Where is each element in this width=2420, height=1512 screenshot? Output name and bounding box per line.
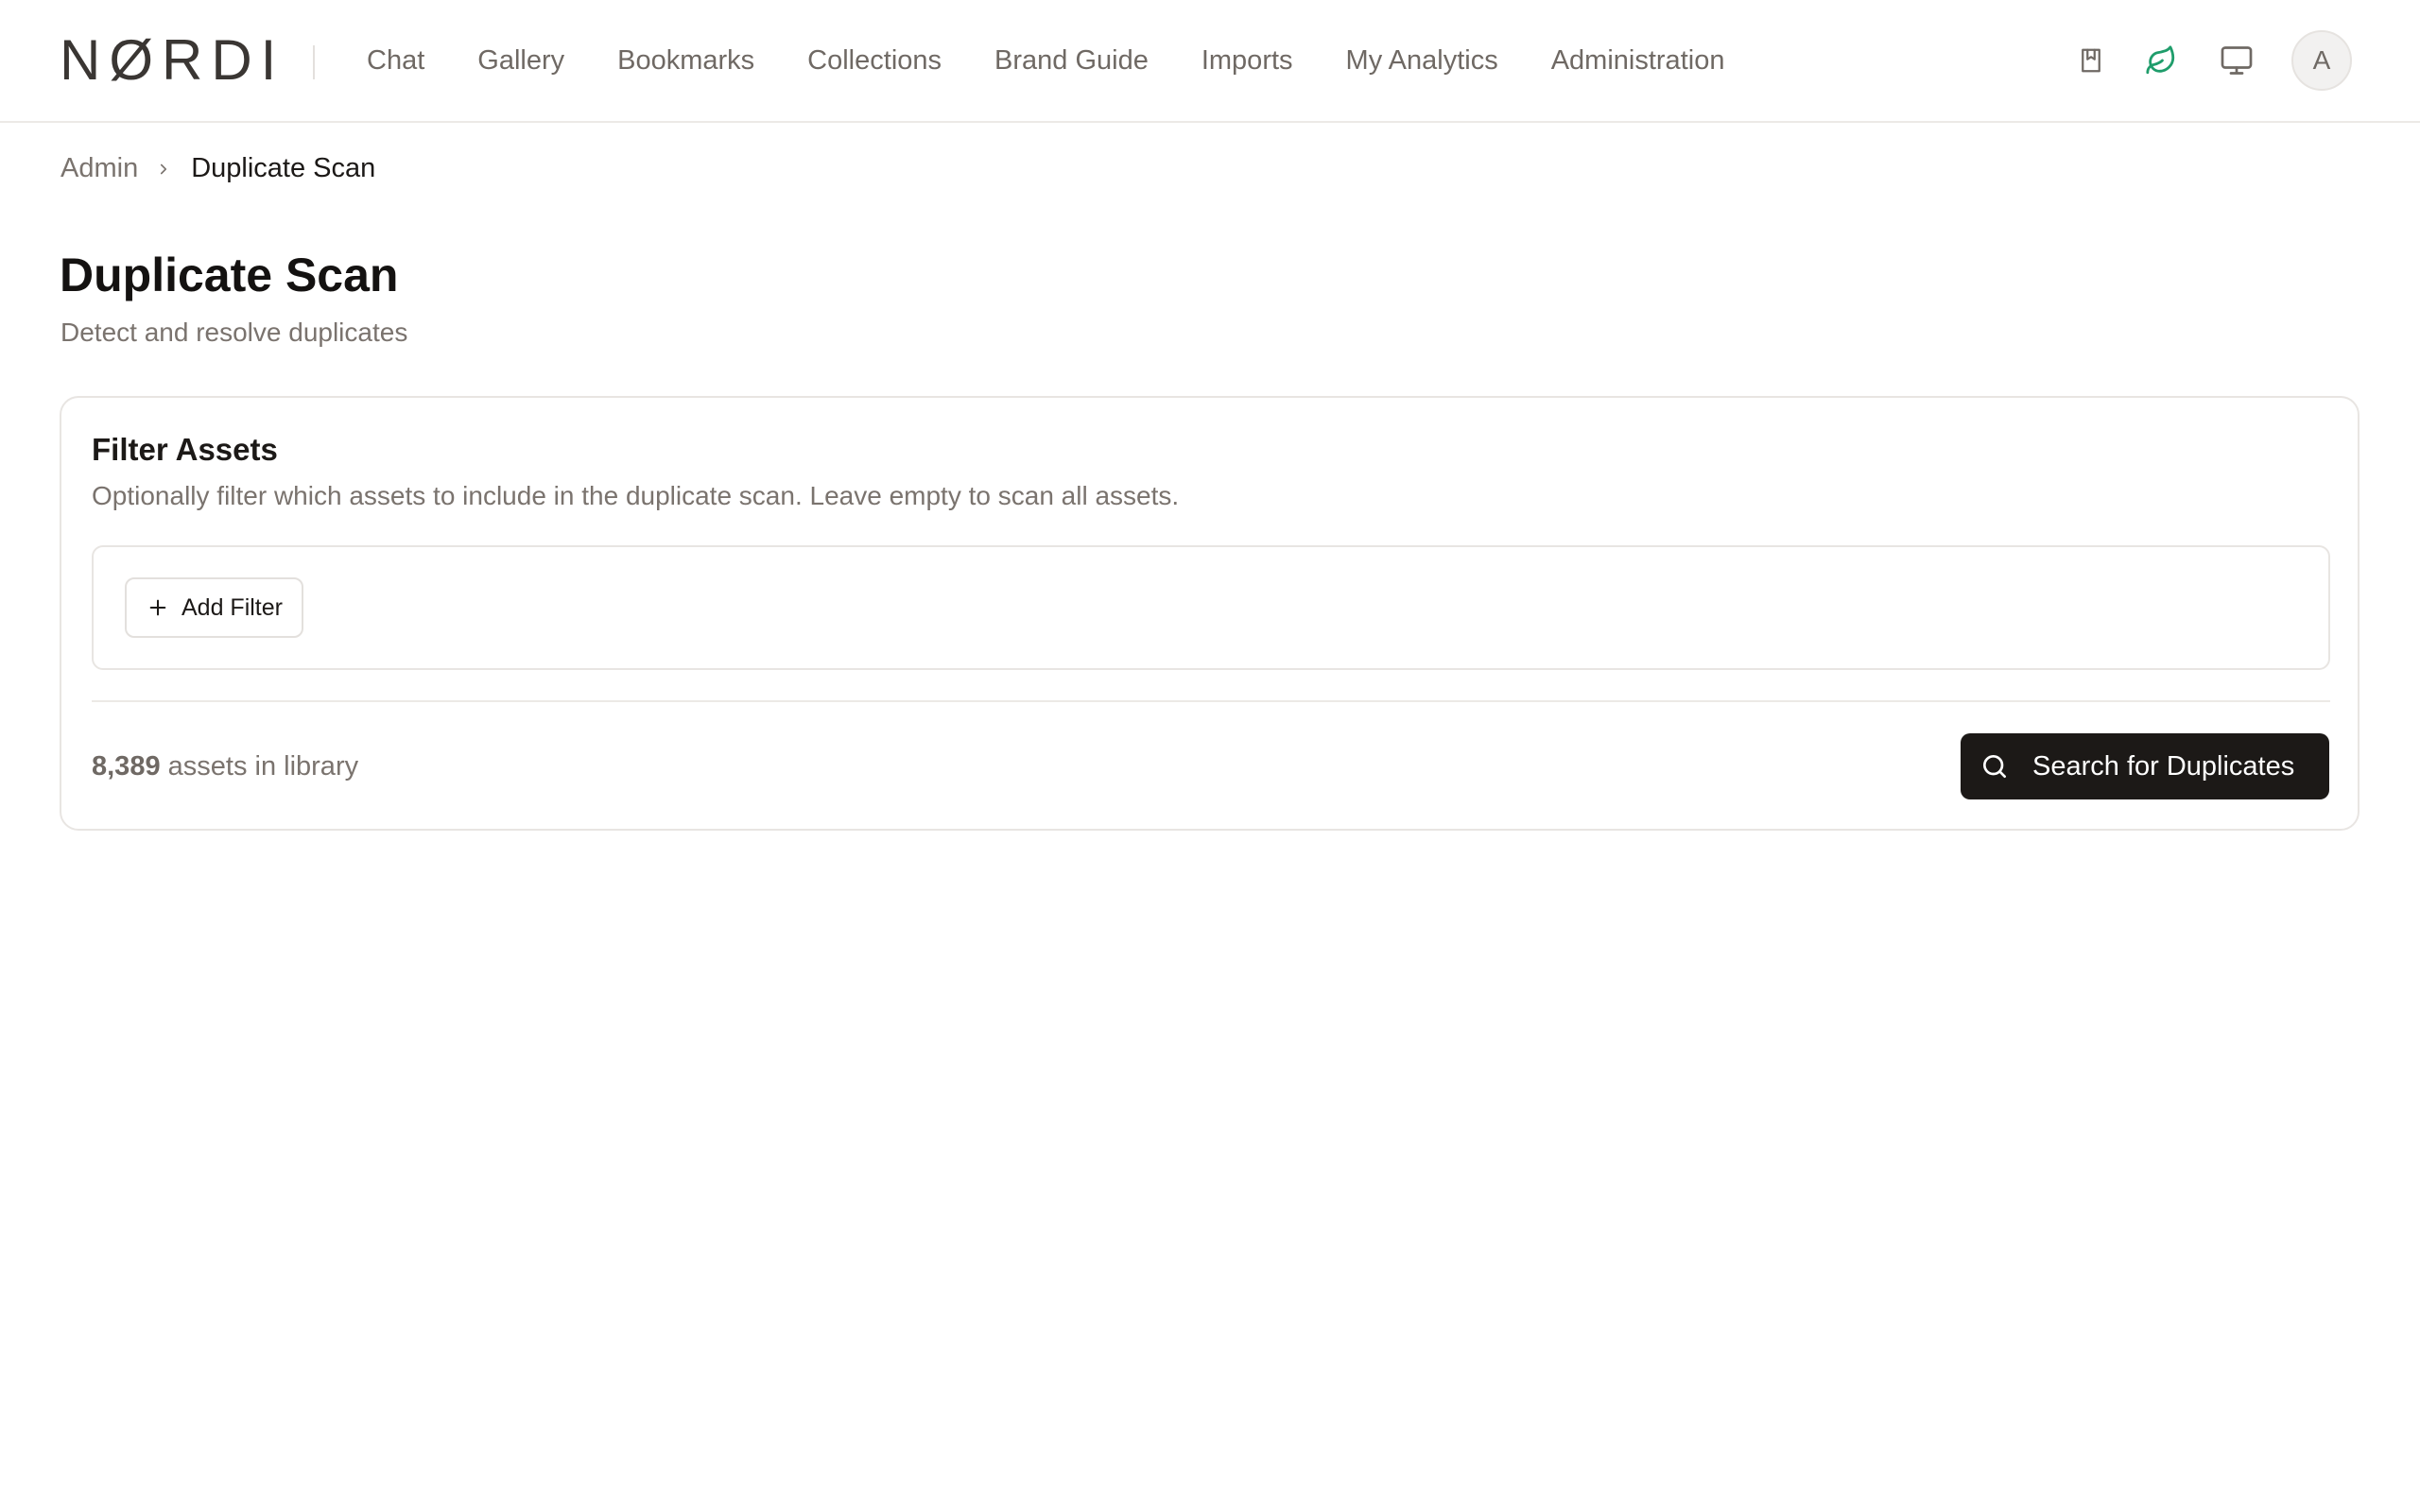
leaf-icon[interactable] [2142, 42, 2180, 79]
main-nav: Chat Gallery Bookmarks Collections Brand… [367, 0, 1777, 121]
nav-item-collections[interactable]: Collections [807, 45, 942, 77]
filter-builder: Add Filter [92, 545, 2330, 670]
top-navigation-bar: NØRDI Chat Gallery Bookmarks Collections… [0, 0, 2420, 123]
card-divider [92, 700, 2330, 702]
page-title: Duplicate Scan [60, 249, 399, 301]
nav-item-brand-guide[interactable]: Brand Guide [994, 45, 1149, 77]
asset-count: 8,389 assets in library [92, 751, 358, 782]
nordi-logo[interactable]: NØRDI [60, 34, 285, 87]
bookmark-book-icon[interactable] [2072, 42, 2110, 79]
breadcrumb-admin-link[interactable]: Admin [60, 153, 138, 184]
monitor-icon[interactable] [2218, 42, 2256, 79]
filter-assets-card: Filter Assets Optionally filter which as… [60, 396, 2360, 831]
plus-icon [147, 597, 168, 618]
add-filter-button[interactable]: Add Filter [125, 577, 303, 638]
nav-item-chat[interactable]: Chat [367, 45, 424, 77]
user-avatar[interactable]: A [2291, 30, 2352, 91]
logo-divider [313, 45, 315, 79]
search-icon [1979, 751, 2010, 782]
nav-item-my-analytics[interactable]: My Analytics [1346, 45, 1498, 77]
chevron-right-icon [155, 161, 172, 178]
page-subtitle: Detect and resolve duplicates [60, 318, 408, 347]
nav-item-imports[interactable]: Imports [1201, 45, 1293, 77]
asset-count-suffix: assets in library [167, 751, 359, 782]
search-for-duplicates-button[interactable]: Search for Duplicates [1961, 733, 2329, 799]
asset-count-number: 8,389 [92, 751, 161, 782]
nav-item-gallery[interactable]: Gallery [477, 45, 564, 77]
add-filter-label: Add Filter [182, 593, 283, 621]
breadcrumb-current: Duplicate Scan [191, 153, 376, 183]
search-button-label: Search for Duplicates [2032, 750, 2295, 782]
card-description: Optionally filter which assets to includ… [92, 481, 1180, 510]
breadcrumb: Admin Duplicate Scan [60, 153, 375, 184]
nav-item-bookmarks[interactable]: Bookmarks [617, 45, 754, 77]
nav-item-administration[interactable]: Administration [1551, 45, 1725, 77]
card-title: Filter Assets [92, 432, 278, 467]
